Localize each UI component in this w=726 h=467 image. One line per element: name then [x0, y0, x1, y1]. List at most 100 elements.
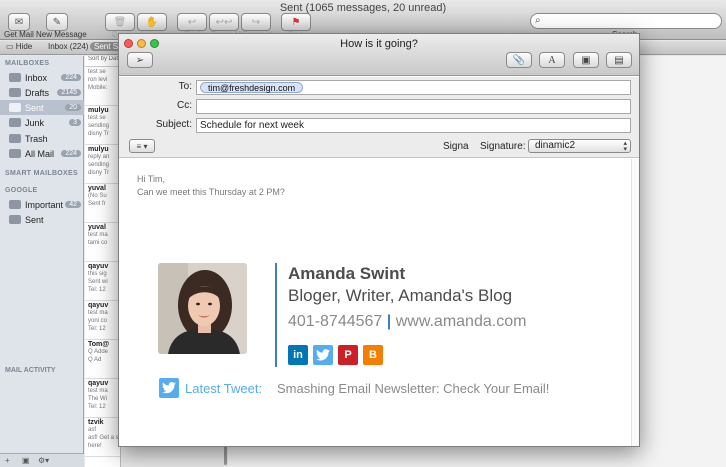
list-item-preview: disny Tr: [88, 131, 110, 137]
folder-icon: [9, 215, 21, 224]
linkedin-icon[interactable]: in: [288, 345, 308, 365]
sidebar-item-trash[interactable]: Trash: [0, 131, 84, 146]
list-item[interactable]: test se ron levi Mobile:: [85, 67, 120, 106]
list-item-preview: test se: [88, 115, 106, 121]
list-item[interactable]: yuval (No Su Sent fr: [85, 184, 120, 223]
attach-button[interactable]: 📎: [506, 52, 532, 68]
list-item-preview: Q Ad: [88, 357, 102, 363]
signature-select[interactable]: dinamic2 ▴ ▾: [528, 139, 631, 153]
flag-button[interactable]: ⚑: [281, 13, 311, 31]
sidebar-item-google-sent[interactable]: Sent: [0, 212, 84, 227]
show-activity-icon[interactable]: ▣: [22, 456, 30, 465]
list-item[interactable]: qayuv this sig Sent wi Tel: 12: [85, 262, 120, 301]
recipient-token[interactable]: tim@freshdesign.com: [200, 82, 304, 93]
smart-mailboxes-header: SMART MAILBOXES: [5, 170, 78, 177]
send-button[interactable]: ➢: [127, 52, 153, 68]
sort-by-header[interactable]: Sort by Date: [85, 56, 120, 67]
trash-icon: 🗑: [113, 16, 127, 28]
google-header: GOOGLE: [5, 187, 38, 194]
reply-all-button[interactable]: ↩↩: [209, 13, 239, 31]
list-item[interactable]: mulyu reply an sending disny Tr: [85, 145, 120, 184]
list-item[interactable]: mulyu test se sending disny Tr: [85, 106, 120, 145]
reply-icon: ↩: [187, 16, 197, 28]
latest-tweet-twitter-icon: [159, 378, 179, 398]
cc-label: Cc:: [177, 100, 192, 111]
compose-scrollbar[interactable]: [631, 159, 639, 446]
count-badge: 2145: [57, 89, 81, 96]
to-field[interactable]: tim@freshdesign.com: [196, 80, 631, 95]
junk-button[interactable]: ✋: [137, 13, 167, 31]
folder-icon: [9, 200, 21, 209]
drafts-icon: [9, 88, 21, 97]
sidebar-item-sent[interactable]: Sent 20: [0, 100, 84, 115]
sidebar-item-label: Drafts: [25, 87, 50, 98]
search-input[interactable]: ⌕: [530, 13, 722, 29]
linkedin-glyph: in: [293, 349, 303, 361]
flag-icon: ⚑: [291, 16, 301, 28]
new-message-button[interactable]: ✎: [46, 13, 68, 31]
list-item-sender: qayuv: [88, 380, 109, 387]
list-item[interactable]: Tom@ Q Adde Q Ad: [85, 340, 120, 379]
compose-headers: To: tim@freshdesign.com Cc: Subject: Sch…: [119, 77, 639, 158]
signature-website-link[interactable]: www.amanda.com: [396, 313, 527, 330]
mail-activity-header: MAIL ACTIVITY: [5, 367, 56, 374]
delete-button[interactable]: 🗑: [105, 13, 135, 31]
get-mail-button[interactable]: ✉: [8, 13, 30, 31]
gear-icon[interactable]: ⚙▾: [38, 456, 49, 465]
get-mail-caption: Get Mail: [4, 30, 34, 39]
subject-field[interactable]: Schedule for next week: [196, 118, 631, 133]
list-item-sender: yuval: [88, 224, 106, 231]
folder-icon: [9, 149, 21, 158]
sidebar-item-all-mail[interactable]: All Mail 224: [0, 146, 84, 161]
unread-badge: 20: [65, 104, 81, 111]
list-item[interactable]: qayuv test ma The Wi Tel: 12: [85, 379, 120, 418]
list-item[interactable]: qayuv test ma yoni co Tel: 12: [85, 301, 120, 340]
add-icon[interactable]: +: [5, 456, 10, 465]
hide-mailbox-button[interactable]: ▭ Hide: [6, 42, 32, 51]
thumbs-down-icon: ✋: [145, 16, 159, 28]
list-icon: ≡ ▾: [136, 141, 148, 151]
unread-badge: 224: [61, 150, 81, 157]
portrait-image: [158, 263, 247, 354]
photo-browser-button[interactable]: ▣: [573, 52, 599, 68]
twitter-bird-glyph: [162, 382, 176, 394]
latest-tweet-link[interactable]: Smashing Email Newsletter: Check Your Em…: [277, 381, 549, 396]
blogger-icon[interactable]: B: [363, 345, 383, 365]
signature-separator: |: [386, 313, 392, 330]
sidebar-item-important[interactable]: Important 42: [0, 197, 84, 212]
message-list-scrollbar[interactable]: [224, 445, 227, 465]
list-item-preview: Mobile:: [88, 85, 108, 91]
sent-icon: [9, 103, 21, 112]
latest-tweet-label: Latest Tweet:: [185, 381, 263, 396]
reply-button[interactable]: ↩: [177, 13, 207, 31]
inbox-icon: [9, 73, 21, 82]
favorite-inbox[interactable]: Inbox (224): [48, 42, 88, 51]
list-item[interactable]: tzvikasf asf! Get a signature like this: …: [85, 418, 120, 457]
subject-label: Subject:: [155, 119, 192, 130]
stationery-button[interactable]: ▤: [606, 52, 632, 68]
list-item-preview: test ma: [88, 232, 108, 238]
envelope-icon: ✉: [14, 16, 24, 28]
twitter-icon[interactable]: [313, 345, 333, 365]
sidebar-item-junk[interactable]: Junk 3: [0, 115, 84, 130]
signature-divider: [275, 263, 277, 367]
compose-window: How is it going? ➢ 📎 A ▣ ▤ To: tim@fresh…: [118, 33, 640, 447]
list-item[interactable]: yuval test ma tami co: [85, 223, 120, 262]
message-body[interactable]: Hi Tim, Can we meet this Thursday at 2 P…: [119, 159, 639, 446]
unread-badge: 42: [65, 201, 81, 208]
format-fonts-button[interactable]: A: [539, 52, 565, 68]
sidebar-item-inbox[interactable]: Inbox 224: [0, 70, 84, 85]
forward-button[interactable]: ↪: [241, 13, 271, 31]
sidebar-item-drafts[interactable]: Drafts 2145: [0, 85, 84, 100]
signature-photo: [158, 263, 247, 354]
cc-field[interactable]: [196, 99, 631, 114]
junk-icon: [9, 118, 21, 127]
sidebar-item-label: Inbox: [25, 72, 48, 83]
pinterest-icon[interactable]: P: [338, 345, 358, 365]
search-icon: ⌕: [535, 15, 541, 26]
list-item-preview: reply an: [88, 154, 110, 160]
header-options-button[interactable]: ≡ ▾: [129, 139, 155, 153]
list-item-sender: yuval: [88, 185, 106, 192]
list-item-preview: tami co: [88, 240, 108, 246]
sidebar-item-label: Junk: [25, 117, 45, 128]
